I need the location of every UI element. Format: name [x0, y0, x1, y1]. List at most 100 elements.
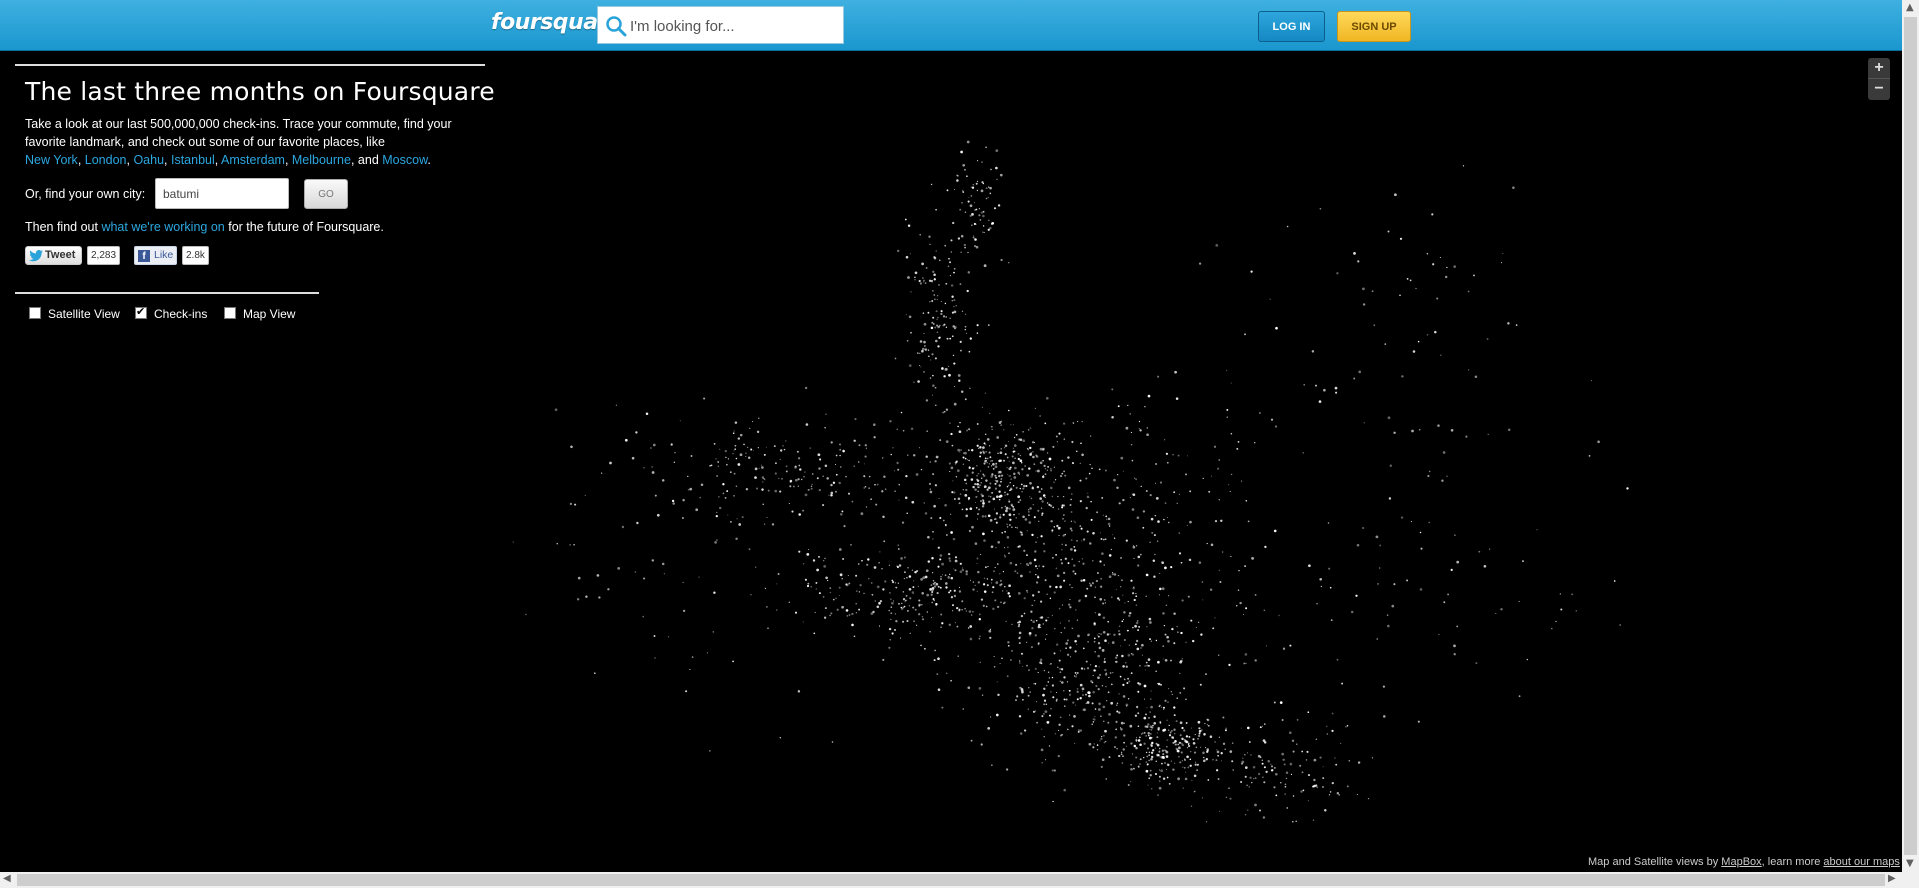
checkin-dot — [948, 257, 950, 260]
checkin-dot — [1147, 716, 1151, 719]
checkin-dot — [949, 275, 951, 277]
horizontal-scrollbar[interactable]: ◀ ▶ — [0, 872, 1919, 888]
vertical-scrollbar[interactable]: ▲ ▼ — [1902, 0, 1919, 872]
checkin-dot — [1014, 466, 1017, 470]
checkin-dot — [962, 708, 964, 710]
checkin-dot — [1018, 662, 1021, 664]
checkin-dot — [936, 592, 939, 595]
checkin-dot — [1058, 432, 1061, 435]
zoom-out-button[interactable]: − — [1868, 79, 1890, 100]
city-link-istanbul[interactable]: Istanbul — [171, 153, 215, 167]
checkin-dot — [1043, 687, 1046, 690]
checkin-dot — [1075, 609, 1077, 611]
horizontal-scroll-thumb[interactable] — [17, 874, 1885, 886]
checkin-dot — [931, 591, 934, 593]
checkin-dot — [940, 300, 942, 302]
city-link-london[interactable]: London — [85, 153, 127, 167]
scroll-left-icon[interactable]: ◀ — [3, 873, 11, 884]
checkin-dot — [1150, 755, 1154, 759]
checkin-dot — [881, 490, 884, 493]
cities-and: and — [357, 153, 379, 167]
checkin-dot — [1111, 573, 1114, 576]
login-button[interactable]: LOG IN — [1258, 11, 1325, 42]
checkin-dot — [970, 614, 973, 616]
zoom-in-button[interactable]: + — [1868, 58, 1890, 79]
checkin-dot — [813, 632, 816, 635]
checkin-dot — [847, 492, 851, 495]
checkin-map[interactable] — [0, 51, 1902, 872]
checkin-dot — [950, 531, 953, 534]
city-input[interactable] — [155, 178, 289, 209]
search-box[interactable] — [597, 6, 844, 44]
checkin-dot — [983, 264, 987, 268]
checkin-dot — [1127, 677, 1130, 680]
checkin-dot — [1028, 687, 1030, 689]
checkin-dot — [1000, 478, 1003, 480]
checkin-dot — [951, 444, 954, 447]
checkin-dot — [929, 377, 932, 379]
check-ins-checkbox[interactable] — [135, 305, 147, 319]
checkin-dot — [1021, 490, 1023, 493]
checkin-dot — [1008, 524, 1011, 526]
checkin-dot — [953, 491, 956, 494]
checkin-dot — [1063, 579, 1066, 582]
map-view-checkbox[interactable] — [224, 307, 236, 319]
checkin-dot — [1056, 441, 1058, 443]
checkin-dot — [1043, 699, 1047, 702]
checkin-dot — [749, 427, 751, 429]
checkin-dot — [902, 429, 905, 432]
checkin-dot — [1111, 571, 1114, 574]
checkin-dot — [1094, 586, 1096, 588]
checkin-dot — [1125, 426, 1129, 430]
city-link-new-york[interactable]: New York — [25, 153, 78, 167]
checkin-dot — [999, 173, 1003, 177]
checkin-dot — [1144, 665, 1146, 667]
checkin-dot — [1001, 531, 1004, 534]
go-button[interactable]: GO — [304, 179, 348, 209]
checkin-dot — [929, 631, 931, 633]
checkin-dot — [959, 493, 962, 495]
checkin-dot — [958, 502, 961, 505]
checkin-dot — [841, 605, 844, 609]
checkin-dot — [1301, 750, 1304, 753]
city-link-melbourne[interactable]: Melbourne — [292, 153, 351, 167]
checkin-dot — [918, 447, 920, 449]
satellite-view-checkbox[interactable] — [29, 307, 41, 319]
city-link-moscow[interactable]: Moscow — [382, 153, 427, 167]
scroll-right-icon[interactable]: ▶ — [1888, 873, 1896, 884]
mapbox-link[interactable]: MapBox — [1721, 856, 1761, 868]
working-on-link[interactable]: what we're working on — [101, 220, 224, 234]
checkin-dot — [1399, 237, 1403, 240]
checkin-dot — [890, 598, 892, 600]
checkin-dot — [966, 429, 969, 432]
checkin-dot — [878, 602, 881, 605]
checkin-dot — [1341, 682, 1344, 685]
search-input[interactable] — [628, 11, 837, 41]
checkin-dot — [1185, 698, 1187, 701]
checkin-dot — [1120, 579, 1123, 582]
scroll-down-icon[interactable]: ▼ — [1906, 858, 1914, 869]
checkin-dot — [952, 604, 954, 607]
tweet-button[interactable]: Tweet — [25, 246, 82, 265]
checkin-dot — [1193, 751, 1197, 754]
checkin-dot — [1571, 593, 1574, 596]
checkin-dot — [1591, 380, 1593, 382]
checkin-dot — [980, 482, 982, 484]
checkin-dot — [1158, 780, 1161, 782]
facebook-like-button[interactable]: f Like — [134, 246, 177, 265]
checkin-dot — [1130, 579, 1133, 582]
checkin-dot — [857, 563, 860, 565]
city-link-amsterdam[interactable]: Amsterdam — [221, 153, 285, 167]
checkin-dot — [1139, 758, 1142, 761]
checkin-dot — [757, 447, 759, 449]
vertical-scroll-thumb[interactable] — [1904, 17, 1917, 855]
checkin-dot — [1021, 689, 1024, 693]
scroll-up-icon[interactable]: ▲ — [1906, 2, 1914, 13]
checkin-dot — [695, 508, 699, 512]
checkin-dot — [950, 284, 954, 287]
about-maps-link[interactable]: about our maps — [1823, 856, 1899, 868]
signup-button[interactable]: SIGN UP — [1337, 11, 1411, 42]
city-link-oahu[interactable]: Oahu — [133, 153, 164, 167]
checkin-dot — [974, 488, 977, 491]
checkin-dot — [823, 560, 825, 562]
